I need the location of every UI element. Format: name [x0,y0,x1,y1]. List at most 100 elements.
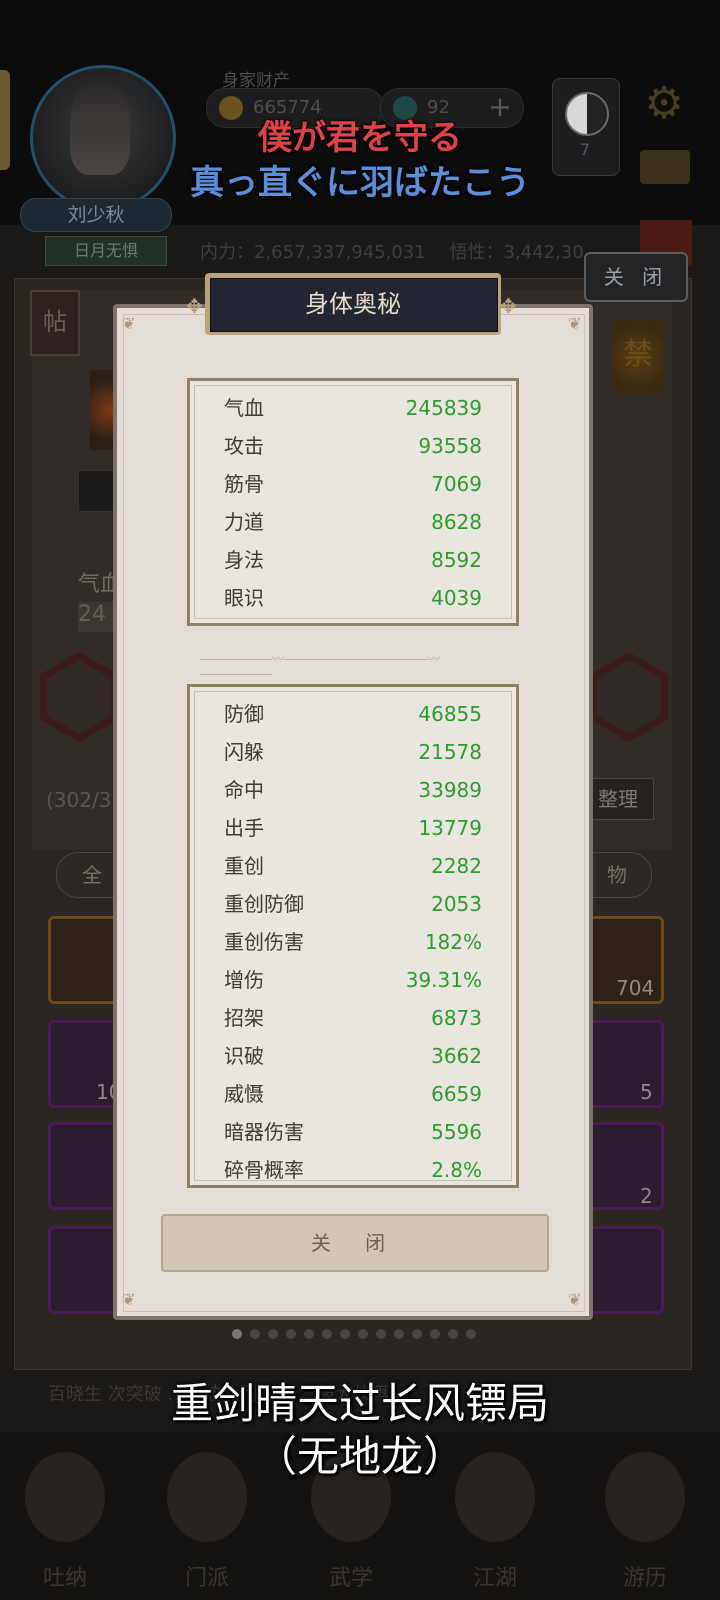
stat-value: 2.8% [431,1158,482,1182]
page-dot [394,1329,404,1339]
section-divider: ――――――〰――――――――――――〰―――――― [200,652,441,681]
stat-label: 重创防御 [224,892,304,916]
stat-row: 暗器伤害 5596 [190,1113,516,1151]
title-wing-icon: ✥ [500,294,517,318]
stat-value: 33989 [418,778,482,802]
stat-label: 重创伤害 [224,930,304,954]
stat-label: 身法 [224,548,264,572]
stat-row: 威慑 6659 [190,1075,516,1113]
stat-label: 出手 [224,816,264,840]
base-stats-box: 气血 245839 攻击 93558 筋骨 7069 力道 8628 身法 8592 眼识… [187,378,519,626]
page-dot [340,1329,350,1339]
stat-value: 93558 [418,434,482,458]
stat-value: 8592 [431,548,482,572]
stat-row: 防御 46855 [190,695,516,733]
power-text: 内力：2,657,337,945,031 [200,242,426,263]
stat-label: 防御 [224,702,264,726]
page-dot [448,1329,458,1339]
inventory-slot[interactable] [586,1226,664,1314]
stat-row: 命中 33989 [190,771,516,809]
nav-label: 门派 [184,1566,229,1591]
stat-value: 3662 [431,1044,482,1068]
corner-ornament: ❦ [122,1290,136,1309]
page-dot [322,1329,332,1339]
corner-ornament: ❦ [568,314,582,333]
stat-value: 7069 [431,472,482,496]
stat-value: 13779 [418,816,482,840]
stat-value: 46855 [418,702,482,726]
stat-row: 气血 245839 [190,389,516,427]
qi-value: 24 [78,602,118,632]
stat-label: 识破 [224,1044,264,1068]
stat-value: 6659 [431,1082,482,1106]
stat-row: 招架 6873 [190,999,516,1037]
panel-close-button[interactable]: 关 闭 [584,252,688,302]
page-dot [430,1329,440,1339]
page-dot [304,1329,314,1339]
stat-label: 眼识 [224,586,264,610]
stat-value: 245839 [405,396,482,420]
nav-label: 吐纳 [42,1566,87,1591]
stat-row: 出手 13779 [190,809,516,847]
slot-count: 704 [616,976,655,1000]
lyric-line-japanese-2: 真っ直ぐに羽ばたこう [190,163,530,203]
stat-row: 攻击 93558 [190,427,516,465]
player-title: 日月无惧 [45,236,167,266]
stat-row: 碎骨概率 2.8% [190,1151,516,1185]
page-dot [268,1329,278,1339]
nav-label: 武学 [328,1566,373,1591]
post-button[interactable]: 帖 [30,290,80,356]
stat-label: 威慑 [224,1082,264,1106]
caption-line-2: （无地龙） [254,1432,465,1481]
stat-row: 筋骨 7069 [190,465,516,503]
page-dot [466,1329,476,1339]
stat-value: 21578 [418,740,482,764]
slot-count: 5 [640,1080,653,1104]
stat-label: 筋骨 [224,472,264,496]
modal-close-button[interactable]: 关 闭 [161,1214,549,1272]
stat-value: 8628 [431,510,482,534]
page-dot [232,1329,242,1339]
caption-line-1: 重剑晴天过长风镖局 [170,1379,549,1428]
stat-row: 闪躲 21578 [190,733,516,771]
stat-row: 增伤 39.31% [190,961,516,999]
stat-label: 气血 [224,396,264,420]
lyric-line-japanese-1: 僕が君を守る [258,118,462,158]
stat-row: 重创伤害 182% [190,923,516,961]
stat-row: 重创 2282 [190,847,516,885]
stat-value: 5596 [431,1120,482,1144]
stat-label: 力道 [224,510,264,534]
left-ornament [78,470,118,512]
stat-value: 39.31% [405,968,482,992]
page-indicator [232,1324,484,1340]
slot-count: 2 [640,1184,653,1208]
page-dot [358,1329,368,1339]
stat-label: 重创 [224,854,264,878]
page-dot [412,1329,422,1339]
stat-label: 闪躲 [224,740,264,764]
page-dot [286,1329,296,1339]
stat-label: 暗器伤害 [224,1120,304,1144]
title-wing-icon: ✥ [186,294,203,318]
stat-value: 6873 [431,1006,482,1030]
page-dot [250,1329,260,1339]
corner-ornament: ❦ [568,1290,582,1309]
advanced-stats-box[interactable]: 防御 46855 闪躲 21578 命中 33989 出手 13779 重创 2282 重… [187,684,519,1188]
stat-row: 力道 8628 [190,503,516,541]
stat-value: 182% [424,930,482,954]
stat-row: 身法 8592 [190,541,516,579]
stat-value: 2053 [431,892,482,916]
forbidden-badge-icon[interactable]: 禁 [612,320,664,394]
page-dot [376,1329,386,1339]
stat-row: 重创防御 2053 [190,885,516,923]
stat-row: 眼识 4039 [190,579,516,617]
stat-row: 识破 3662 [190,1037,516,1075]
modal-title: 身体奥秘 [305,290,401,318]
stat-label: 攻击 [224,434,264,458]
stat-label: 命中 [224,778,264,802]
stat-value: 4039 [431,586,482,610]
nav-label: 江湖 [472,1566,517,1591]
comprehension-text: 悟性：3,442,30 [449,242,584,263]
stat-label: 增伤 [224,968,264,992]
stat-value: 2282 [431,854,482,878]
